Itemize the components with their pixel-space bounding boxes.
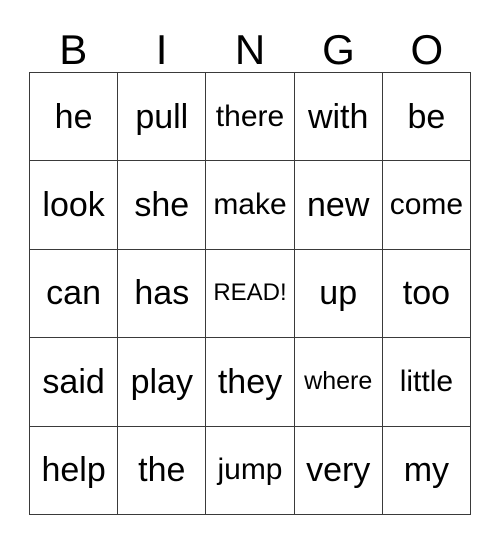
bingo-cell-label: she [134, 186, 190, 225]
bingo-cell-label: they [217, 362, 283, 401]
bingo-cell-label: he [54, 97, 93, 136]
bingo-cell-label: little [399, 364, 454, 398]
bingo-cell[interactable]: the [118, 426, 207, 515]
bingo-cell[interactable]: my [382, 426, 471, 515]
bingo-cell[interactable]: very [294, 426, 383, 515]
bingo-cell-label: my [403, 451, 450, 490]
bingo-cell-label: help [41, 451, 106, 490]
bingo-header-letter: O [410, 26, 444, 73]
bingo-cell[interactable]: up [294, 249, 383, 339]
bingo-card: B I N G O he pull there with be look she… [0, 0, 500, 544]
bingo-header-cell-i: I [117, 21, 205, 71]
bingo-cell[interactable]: new [294, 161, 383, 250]
bingo-cell-label: pull [135, 97, 189, 136]
bingo-cell-label: up [319, 274, 358, 313]
bingo-cell[interactable]: they [206, 338, 295, 427]
bingo-cell[interactable]: with [294, 73, 383, 162]
bingo-cell[interactable]: said [30, 338, 119, 427]
bingo-header-letter: I [155, 26, 168, 73]
bingo-cell-label: new [307, 186, 370, 225]
bingo-header: B I N G O [29, 21, 471, 71]
bingo-free-space-cell[interactable]: READ! [206, 249, 295, 339]
bingo-cell-label: there [215, 99, 285, 133]
bingo-cell-label: make [213, 188, 287, 222]
bingo-cell-label: play [130, 362, 193, 401]
bingo-cell[interactable]: little [382, 338, 471, 427]
bingo-cell[interactable]: there [206, 73, 295, 162]
bingo-cell[interactable]: play [118, 338, 207, 427]
bingo-cell-label: the [138, 451, 186, 490]
bingo-cell-label: very [306, 451, 371, 490]
bingo-cell[interactable]: make [206, 161, 295, 250]
bingo-cell[interactable]: come [382, 161, 471, 250]
bingo-header-cell-b: B [29, 21, 117, 71]
bingo-cell[interactable]: where [294, 338, 383, 427]
bingo-cell-label: has [134, 274, 190, 313]
bingo-cell[interactable]: too [382, 249, 471, 339]
bingo-grid: he pull there with be look she make new … [29, 72, 471, 515]
bingo-cell-label: look [42, 186, 105, 225]
bingo-header-cell-g: G [294, 21, 382, 71]
bingo-header-letter: N [234, 26, 266, 73]
bingo-header-cell-o: O [383, 21, 471, 71]
bingo-header-letter: G [322, 26, 355, 73]
bingo-cell[interactable]: has [118, 249, 207, 339]
bingo-cell-label: be [407, 97, 446, 136]
bingo-header-letter: B [59, 26, 88, 73]
bingo-cell[interactable]: can [30, 249, 119, 339]
bingo-header-cell-n: N [206, 21, 294, 71]
bingo-cell-label: with [307, 97, 369, 136]
bingo-cell-label: can [46, 274, 101, 313]
bingo-cell-label: too [402, 274, 451, 313]
bingo-cell[interactable]: jump [206, 426, 295, 515]
bingo-cell-label: come [389, 188, 464, 222]
bingo-cell-label: jump [217, 453, 283, 487]
bingo-cell[interactable]: he [30, 73, 119, 162]
bingo-cell[interactable]: help [30, 426, 119, 515]
bingo-free-space-label: READ! [213, 279, 287, 307]
bingo-cell[interactable]: pull [118, 73, 207, 162]
bingo-cell-label: said [42, 362, 105, 401]
bingo-cell-label: where [304, 367, 373, 396]
bingo-cell[interactable]: be [382, 73, 471, 162]
bingo-cell[interactable]: look [30, 161, 119, 250]
bingo-cell[interactable]: she [118, 161, 207, 250]
